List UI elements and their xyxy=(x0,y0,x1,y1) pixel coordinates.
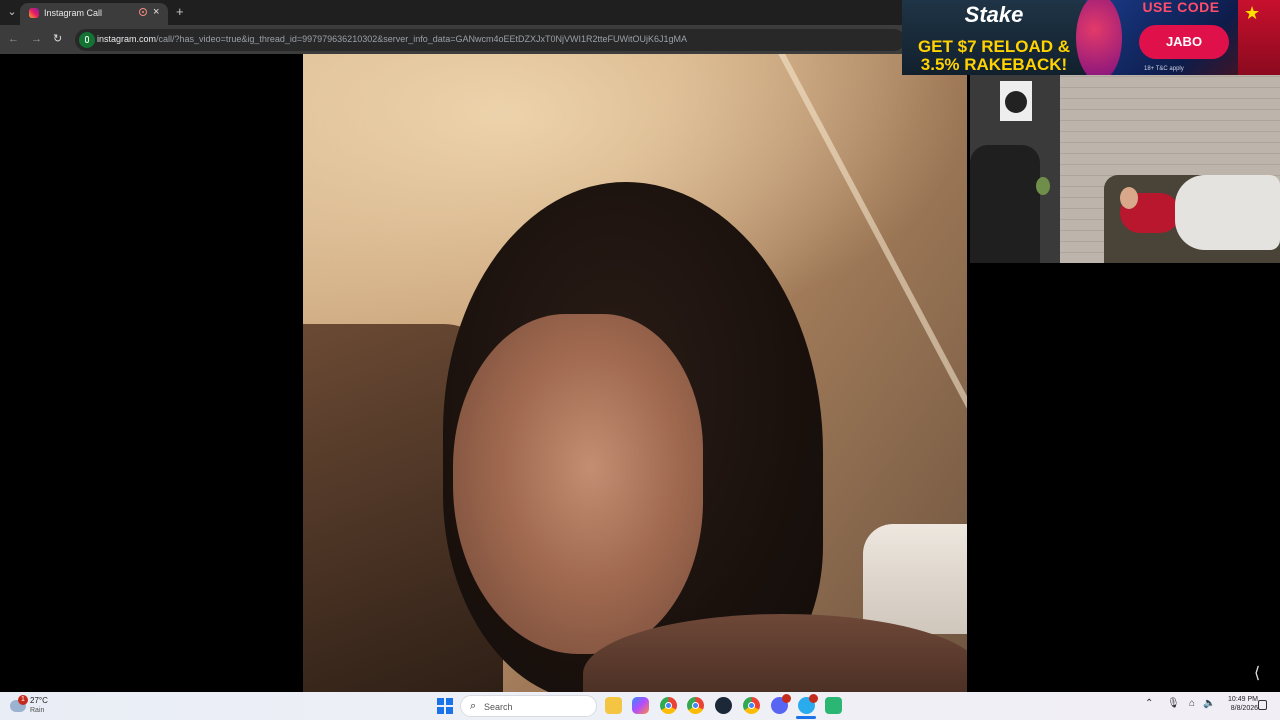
webcam-streamer-head xyxy=(1120,187,1138,209)
discord-badge-icon xyxy=(782,694,791,703)
ad-code-label: USE CODE xyxy=(1142,0,1220,15)
url-path: /call/?has_video=true&ig_thread_id=99797… xyxy=(156,34,688,44)
weather-temp: 27°C xyxy=(30,696,48,705)
copilot-icon[interactable] xyxy=(632,697,649,714)
tab-title: Instagram Call xyxy=(44,8,103,18)
windows-start-icon[interactable] xyxy=(437,698,453,714)
chevron-up-icon[interactable]: ⌃ xyxy=(1145,698,1153,709)
system-clock[interactable]: 10:49 PM 8/8/2026 xyxy=(1218,696,1258,712)
ad-terms: 18+ T&C apply xyxy=(1144,66,1184,72)
ad-star-icon: ★ xyxy=(1244,3,1261,23)
video-bedsheet xyxy=(863,524,967,634)
ad-left-panel: Stake GET $7 RELOAD & 3.5% RAKEBACK! xyxy=(902,0,1086,75)
active-app-indicator xyxy=(796,716,816,719)
taskbar-search[interactable]: ⌕ Search xyxy=(460,695,597,717)
back-icon[interactable]: ← xyxy=(8,33,19,45)
new-tab-button[interactable]: + xyxy=(176,5,184,19)
recording-icon xyxy=(139,8,147,16)
ad-headline: GET $7 RELOAD & 3.5% RAKEBACK! xyxy=(917,37,1071,74)
search-placeholder: Search xyxy=(484,702,513,712)
telegram-badge-icon xyxy=(809,694,818,703)
webcam-gaming-chair xyxy=(970,145,1040,263)
clock-time: 10:49 PM xyxy=(1228,696,1258,703)
telegram-icon[interactable] xyxy=(798,694,818,714)
site-info-icon[interactable] xyxy=(79,32,95,48)
close-icon[interactable]: × xyxy=(153,6,159,18)
weather-desc: Rain xyxy=(30,707,45,714)
video-person-face xyxy=(453,314,703,654)
clock-date: 8/8/2026 xyxy=(1230,705,1258,712)
steam-icon[interactable] xyxy=(715,697,732,714)
url-host: instagram.com xyxy=(97,34,157,44)
chrome-icon[interactable] xyxy=(743,697,760,714)
chrome-icon[interactable] xyxy=(660,697,677,714)
ad-brand: Stake xyxy=(964,2,1024,27)
webcam-plant xyxy=(1036,177,1050,195)
remote-video-feed xyxy=(303,54,967,692)
microphone-icon[interactable]: 🎙 xyxy=(1167,698,1180,709)
streamer-webcam xyxy=(970,75,1280,263)
stream-ad-banner: Stake GET $7 RELOAD & 3.5% RAKEBACK! ★ U… xyxy=(902,0,1280,75)
chrome-icon[interactable] xyxy=(687,697,704,714)
tab-instagram-call[interactable]: Instagram Call × xyxy=(20,3,168,25)
forward-icon[interactable]: → xyxy=(31,33,42,45)
webcam-blanket xyxy=(1175,175,1280,250)
file-explorer-icon[interactable] xyxy=(605,697,622,714)
address-bar[interactable]: instagram.com/call/?has_video=true&ig_th… xyxy=(75,29,905,51)
weather-badge: 1 xyxy=(18,695,28,705)
app-icon[interactable] xyxy=(825,697,842,714)
instagram-icon xyxy=(29,8,39,18)
url-text: instagram.com/call/?has_video=true&ig_th… xyxy=(97,34,687,44)
ad-right-panel: ★ USE CODE JABO 18+ T&C apply xyxy=(1076,0,1280,75)
ad-code-button: JABO xyxy=(1139,25,1229,59)
ad-ball-graphic xyxy=(1076,0,1122,75)
windows-taskbar: 1 27°C Rain ⌕ Search ⌃ 🎙 ⌂ 🔈 10:49 PM 8/… xyxy=(0,692,1280,720)
side-panel-handle[interactable]: ⟨ xyxy=(1254,666,1264,682)
discord-icon[interactable] xyxy=(771,694,791,714)
weather-widget[interactable]: 1 27°C Rain xyxy=(10,695,70,718)
webcam-vinyl-record xyxy=(1000,81,1032,121)
network-icon[interactable]: ⌂ xyxy=(1189,698,1195,709)
reload-icon[interactable]: ↻ xyxy=(53,33,62,45)
volume-icon[interactable]: 🔈 xyxy=(1203,698,1215,709)
notification-icon[interactable] xyxy=(1258,700,1267,710)
search-icon: ⌕ xyxy=(470,700,477,712)
tab-search-icon[interactable]: ⌄ xyxy=(4,4,20,20)
